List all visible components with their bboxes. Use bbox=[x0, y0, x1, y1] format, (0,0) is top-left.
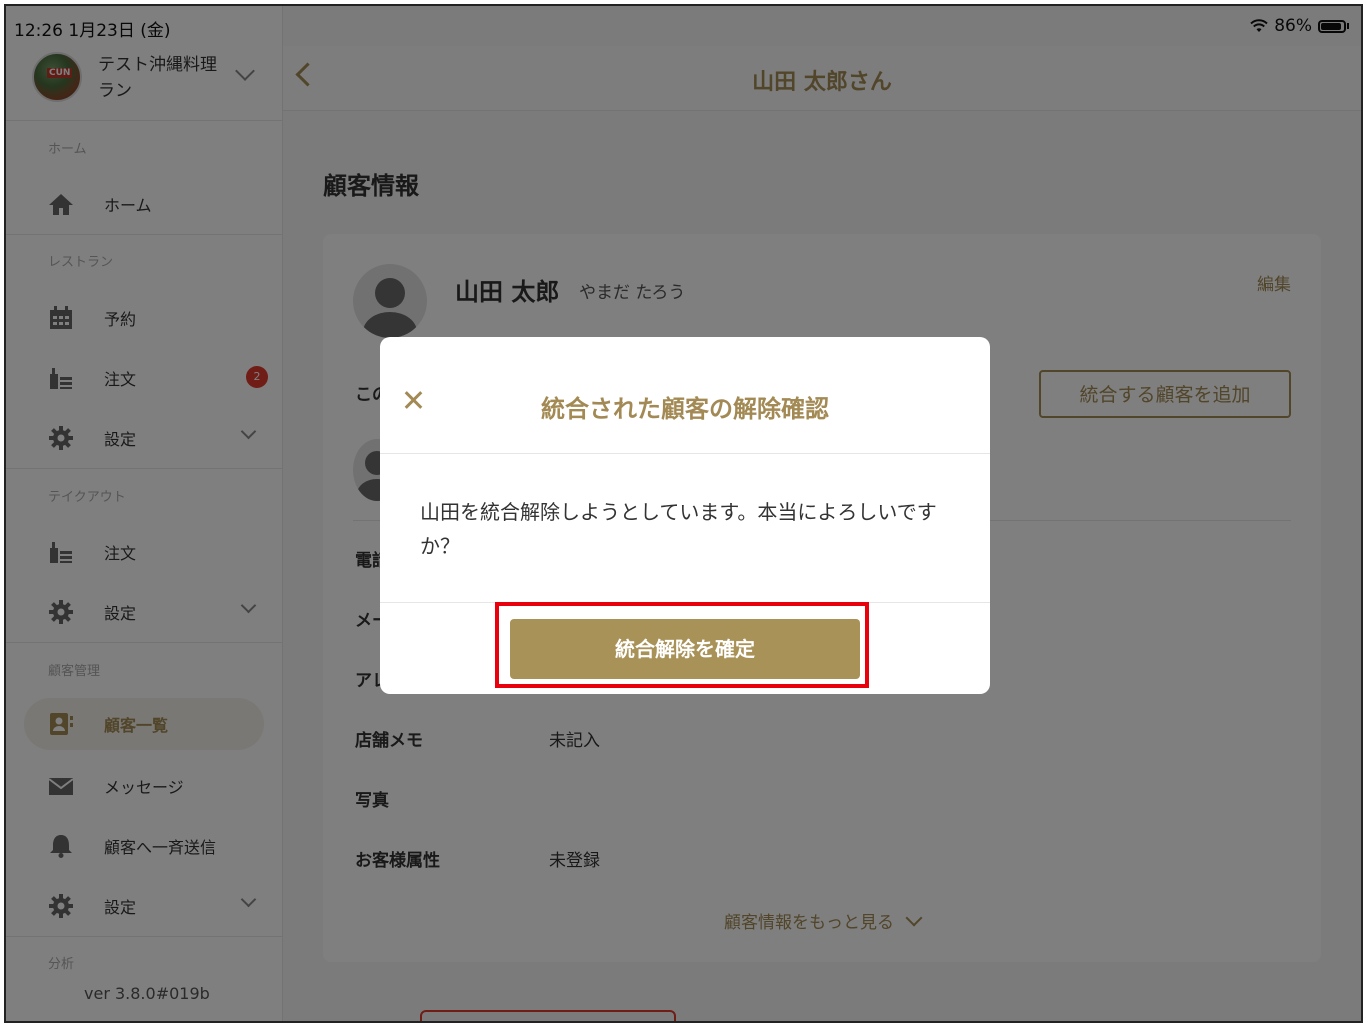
dialog-message: 山田を統合解除しようとしています。本当によろしいですか？ bbox=[420, 500, 937, 558]
app-frame: 12:26 1月23日 (金) 86% CUN テスト沖縄料理ラン ホーム ホー… bbox=[4, 4, 1363, 1023]
highlight-box bbox=[495, 602, 869, 688]
unmerge-confirm-dialog: 統合された顧客の解除確認 山田を統合解除しようとしています。本当によろしいですか… bbox=[380, 337, 990, 694]
dialog-title: 統合された顧客の解除確認 bbox=[541, 395, 829, 423]
dialog-header: 統合された顧客の解除確認 bbox=[380, 337, 990, 454]
